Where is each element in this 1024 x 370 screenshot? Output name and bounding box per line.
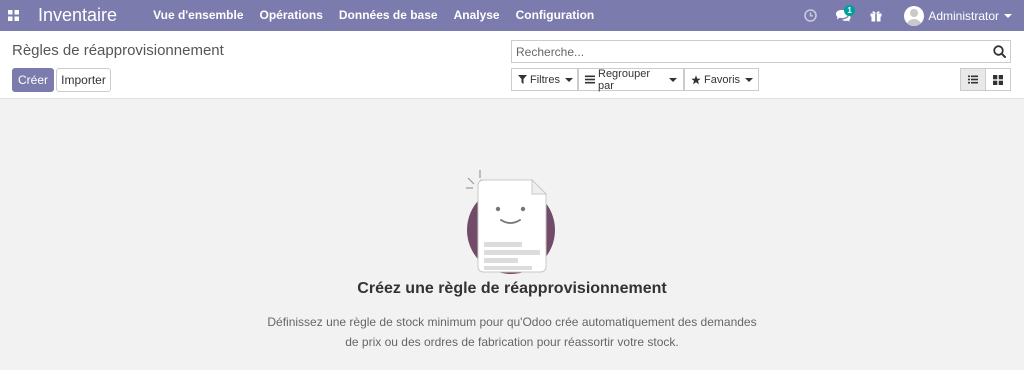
- empty-state-text: Définissez une règle de stock minimum po…: [267, 315, 757, 349]
- list-view-icon: [968, 75, 978, 84]
- avatar: [904, 5, 925, 26]
- menu-item-reporting[interactable]: Analyse: [446, 0, 508, 31]
- search-icon: [993, 45, 1006, 58]
- menu-item-overview[interactable]: Vue d'ensemble: [145, 0, 251, 31]
- kanban-view-icon: [993, 74, 1003, 85]
- bars-icon: [585, 75, 595, 84]
- groupby-label: Regrouper par: [598, 67, 650, 92]
- systray: 1 Administrator: [789, 0, 1024, 31]
- chevron-down-icon: [669, 77, 677, 82]
- gift-menu[interactable]: [864, 0, 888, 31]
- search-bar: [511, 40, 1011, 63]
- gift-icon: [870, 10, 882, 21]
- empty-document-illustration: [466, 170, 555, 274]
- search-input[interactable]: [512, 41, 990, 62]
- breadcrumb: Règles de réapprovisionnement: [12, 42, 224, 59]
- user-name: Administrator: [928, 8, 999, 23]
- grid-icon: [7, 10, 19, 21]
- filter-icon: [518, 75, 527, 84]
- menu-item-configuration[interactable]: Configuration: [508, 0, 603, 31]
- list-view-button[interactable]: [960, 68, 986, 91]
- control-panel: Règles de réapprovisionnement Créer Impo…: [0, 31, 1024, 99]
- menu-item-master-data[interactable]: Données de base: [331, 0, 446, 31]
- kanban-view-button[interactable]: [985, 68, 1011, 91]
- import-button[interactable]: Importer: [56, 68, 111, 92]
- activity-clock-icon[interactable]: [798, 0, 822, 31]
- create-button[interactable]: Créer: [12, 68, 54, 92]
- chat-badge: 1: [844, 5, 855, 16]
- empty-state: Créez une règle de réapprovisionnement D…: [0, 100, 1024, 370]
- chevron-down-icon: [745, 77, 754, 82]
- user-menu[interactable]: Administrator: [904, 5, 1012, 26]
- search-button[interactable]: [991, 43, 1008, 60]
- messaging-menu[interactable]: 1: [831, 0, 855, 31]
- top-menu: Vue d'ensemble Opérations Données de bas…: [145, 0, 602, 31]
- menu-item-operations[interactable]: Opérations: [252, 0, 331, 31]
- filters-dropdown[interactable]: Filtres: [511, 68, 578, 91]
- main-navbar: Inventaire Vue d'ensemble Opérations Don…: [0, 0, 1024, 31]
- favorites-dropdown[interactable]: Favoris: [684, 68, 759, 91]
- app-brand[interactable]: Inventaire: [38, 0, 117, 31]
- groupby-dropdown[interactable]: Regrouper par: [578, 67, 684, 92]
- favorites-label: Favoris: [704, 73, 741, 86]
- chevron-down-icon: [564, 77, 573, 82]
- star-icon: [691, 74, 701, 85]
- clock-icon: [804, 9, 817, 22]
- filters-label: Filtres: [530, 73, 560, 86]
- chevron-down-icon: [1004, 13, 1012, 18]
- apps-menu-icon[interactable]: [0, 0, 26, 31]
- empty-state-title: Créez une règle de réapprovisionnement: [357, 280, 667, 297]
